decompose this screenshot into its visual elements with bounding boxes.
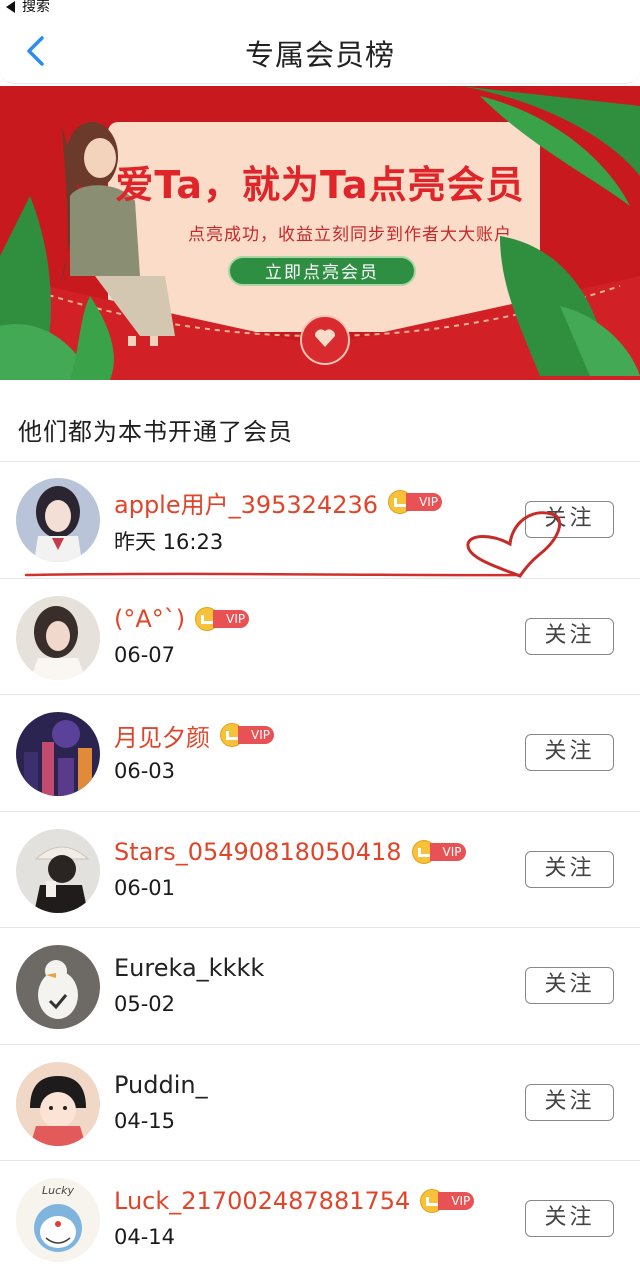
navbar: 专属会员榜 <box>0 16 640 84</box>
member-time: 昨天 16:23 <box>114 530 224 554</box>
section-title: 他们都为本书开通了会员 <box>18 418 293 446</box>
list-item: Eureka_kkkk 05-02 关注 <box>0 928 640 1045</box>
member-name-line: apple用户_395324236 VIP <box>114 485 443 520</box>
vip-badge: VIP <box>195 606 250 631</box>
banner-subtitle: 点亮成功，收益立刻同步到作者大大账户 <box>188 225 512 245</box>
list-item: Lucky Luck_21700248788175​4 VIP 04-14 关注 <box>0 1161 640 1274</box>
vip-label: VIP <box>213 609 250 628</box>
member-time: 06-07 <box>114 642 176 667</box>
list-item: Stars_05490818050418 VIP 06-01 关注 <box>0 812 640 928</box>
member-name[interactable]: 月见夕颜 <box>114 718 210 753</box>
vip-badge: VIP <box>411 839 466 864</box>
vip-label: VIP <box>238 726 274 744</box>
member-name[interactable]: (°A°`) <box>114 605 185 633</box>
follow-button[interactable]: 关注 <box>525 967 614 1004</box>
member-name-line: (°A°`) VIP <box>114 603 250 635</box>
member-name-line: 月见夕颜 VIP <box>114 718 274 753</box>
vip-label: VIP <box>429 842 466 861</box>
list-item: Puddin_ 04-15 关注 <box>0 1045 640 1161</box>
city-night-avatar[interactable] <box>16 712 100 796</box>
follow-button[interactable]: 关注 <box>525 501 614 538</box>
list-item: 月见夕颜 VIP 06-03 关注 <box>0 695 640 812</box>
back-to-search-label[interactable]: 搜索 <box>22 0 50 15</box>
member-name[interactable]: Puddin_ <box>114 1071 208 1099</box>
member-name[interactable]: Eureka_kkkk <box>114 954 264 982</box>
list-item: apple用户_395324236 VIP 昨天 16:23 关注 <box>0 462 640 579</box>
vip-badge: VIP <box>420 1189 475 1213</box>
follow-button[interactable]: 关注 <box>525 850 614 888</box>
doraemon-avatar[interactable]: Lucky <box>16 1178 100 1262</box>
list-item: (°A°`) VIP 06-07 关注 <box>0 579 640 695</box>
girl-photo-avatar[interactable] <box>16 595 100 680</box>
member-time: 05-02 <box>114 992 176 1016</box>
status-bar: 搜索 <box>0 0 640 16</box>
member-name-line: Luck_21700248788175​4 VIP <box>114 1185 475 1217</box>
light-up-vip-button[interactable]: 立即点亮会员 <box>228 256 416 286</box>
follow-button[interactable]: 关注 <box>525 734 614 771</box>
member-name-line: Puddin_ <box>114 1069 208 1101</box>
back-triangle-icon[interactable] <box>6 1 15 13</box>
follow-button[interactable]: 关注 <box>525 617 614 655</box>
banner-headline: 爱Ta，就为Ta点亮会员 <box>115 163 525 207</box>
vip-label: VIP <box>406 493 443 511</box>
member-name-line: Stars_05490818050418 VIP <box>114 836 466 868</box>
follow-button[interactable]: 关注 <box>525 1083 614 1121</box>
vip-label: VIP <box>438 1192 475 1210</box>
member-time: 04-14 <box>114 1225 176 1249</box>
member-time: 06-01 <box>114 875 176 900</box>
member-list: apple用户_395324236 VIP 昨天 16:23 关注 (°A°`)… <box>0 462 640 1274</box>
member-time: 04-15 <box>114 1108 176 1133</box>
vip-badge: VIP <box>220 723 274 747</box>
page-title: 专属会员榜 <box>244 38 395 72</box>
promo-banner[interactable]: 爱Ta，就为Ta点亮会员 点亮成功，收益立刻同步到作者大大账户 立即点亮会员 <box>0 86 640 380</box>
duck-avatar[interactable] <box>16 945 100 1029</box>
coffee-girl-avatar[interactable] <box>16 828 100 913</box>
cartoon-kid-avatar[interactable] <box>16 1061 100 1146</box>
follow-button[interactable]: 关注 <box>525 1200 614 1237</box>
member-name[interactable]: Stars_05490818050418 <box>114 838 402 866</box>
vip-badge: VIP <box>388 490 443 514</box>
member-time: 06-03 <box>114 759 176 783</box>
member-name-line: Eureka_kkkk <box>114 952 264 984</box>
anime-girl-avatar[interactable] <box>16 478 100 562</box>
member-name[interactable]: Luck_21700248788175​4 <box>114 1187 410 1215</box>
avatar-text: Lucky <box>41 1184 75 1197</box>
member-name[interactable]: apple用户_395324236 <box>114 485 378 520</box>
